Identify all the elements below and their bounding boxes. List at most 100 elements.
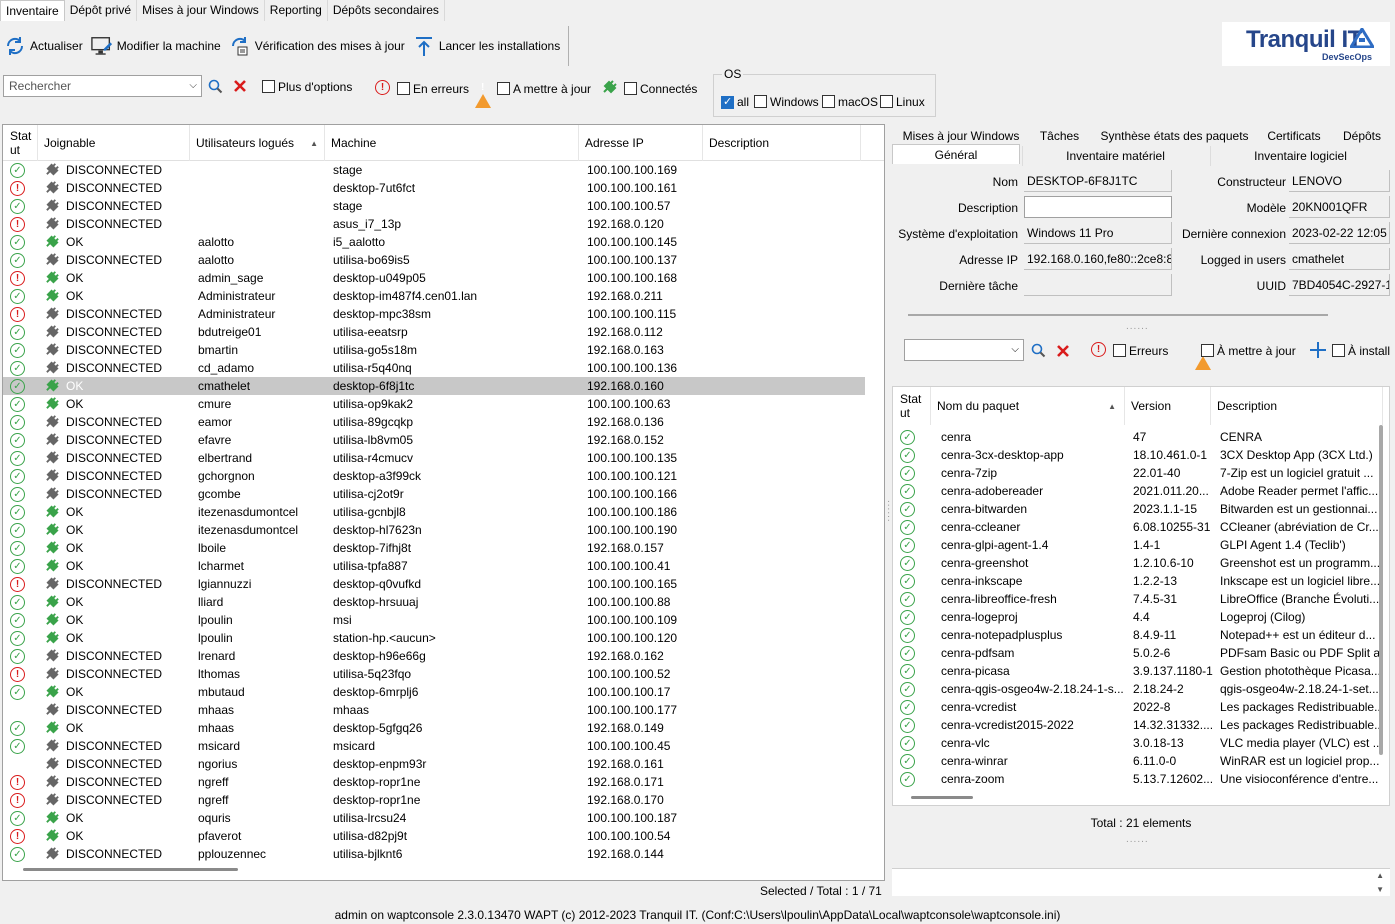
- package-row[interactable]: ✓ cenra-3cx-desktop-app 18.10.461.0-1 3CX D…: [893, 446, 1383, 464]
- col-ip[interactable]: Adresse IP: [579, 125, 703, 161]
- splitter-grip-icon[interactable]: ......: [1126, 834, 1149, 845]
- table-row[interactable]: ! DISCONNECTED Administrateur desktop-mpc38…: [3, 305, 865, 323]
- search-input[interactable]: Rechercher ⌵: [3, 75, 202, 97]
- col-status[interactable]: Stat ut: [3, 125, 38, 161]
- os-linux-checkbox[interactable]: [880, 95, 893, 108]
- package-row[interactable]: ✓ cenra-vlc 3.0.18-13 VLC media player (VLC…: [893, 734, 1383, 752]
- table-row[interactable]: ✓ DISCONNECTED lrenard desktop-h96e66g 192.1…: [3, 647, 865, 665]
- os-all-checkbox[interactable]: [721, 95, 734, 110]
- package-row[interactable]: ✓ cenra-adobereader 2021.011.20... Adobe Re…: [893, 482, 1383, 500]
- table-row[interactable]: ✓ DISCONNECTED stage 100.100.100.169: [3, 161, 865, 179]
- table-row[interactable]: ✓ OK cmure utilisa-op9kak2 100.100.100.63: [3, 395, 865, 413]
- table-row[interactable]: ✓ OK oquris utilisa-lrcsu24 100.100.100.187: [3, 809, 865, 827]
- pkg-col-status[interactable]: Stat ut: [893, 387, 931, 425]
- table-row[interactable]: ✓ OK itezenasdumontcel desktop-hl7623n 100.1…: [3, 521, 865, 539]
- in-errors-checkbox[interactable]: [397, 82, 410, 95]
- package-search-icon[interactable]: [1031, 343, 1046, 358]
- chevron-down-icon[interactable]: ⌵: [1011, 344, 1019, 355]
- clear-search-icon[interactable]: [233, 79, 247, 93]
- table-row[interactable]: ✓ OK Administrateur desktop-im487f4.cen01.l…: [3, 287, 865, 305]
- tab-software-inventory[interactable]: Inventaire logiciel: [1210, 146, 1390, 166]
- table-row[interactable]: ✓ OK lpoulin msi 100.100.100.109: [3, 611, 865, 629]
- table-row[interactable]: ✓ DISCONNECTED eamor utilisa-89gcqkp 192.168…: [3, 413, 865, 431]
- pkg-col-version[interactable]: Version: [1125, 387, 1211, 425]
- package-row[interactable]: ✓ cenra-greenshot 1.2.10.6-10 Greenshot est…: [893, 554, 1383, 572]
- package-detail-area[interactable]: ▲ ▼: [892, 868, 1390, 896]
- package-to-install-checkbox[interactable]: [1332, 344, 1345, 357]
- package-row[interactable]: ✓ cenra-glpi-agent-1.4 1.4-1 GLPI Agent 1.4…: [893, 536, 1383, 554]
- pkg-col-description[interactable]: Description: [1211, 387, 1383, 425]
- tab-certificates[interactable]: Certificats: [1260, 126, 1328, 146]
- packages-horizontal-scrollbar[interactable]: [911, 796, 973, 799]
- package-row[interactable]: ✓ cenra-7zip 22.01-40 7-Zip est un logiciel…: [893, 464, 1383, 482]
- package-row[interactable]: ✓ cenra-vcredist2015-2022 14.32.31332.... L…: [893, 716, 1383, 734]
- package-row[interactable]: ✓ cenra-inkscape 1.2.2-13 Inkscape est un l…: [893, 572, 1383, 590]
- table-row[interactable]: ✓ DISCONNECTED msicard msicard 100.100.100.4…: [3, 737, 865, 755]
- package-row[interactable]: ✓ cenra-qgis-osgeo4w-2.18.24-1-s... 2.18.2…: [893, 680, 1383, 698]
- package-row[interactable]: ✓ cenra-libreoffice-fresh 7.4.5-31 LibreOff…: [893, 590, 1383, 608]
- package-row[interactable]: ✓ cenra-pdfsam 5.0.2-6 PDFsam Basic ou PDF …: [893, 644, 1383, 662]
- tab-inventaire[interactable]: Inventaire: [0, 0, 65, 21]
- tab-reporting[interactable]: Reporting: [265, 0, 328, 21]
- launch-installs-button[interactable]: Lancer les installations: [409, 29, 564, 63]
- table-row[interactable]: ! OK pfaverot utilisa-d82pj9t 100.100.100.54: [3, 827, 865, 845]
- package-clear-icon[interactable]: [1056, 344, 1070, 358]
- table-row[interactable]: ✓ OK lcharmet utilisa-tpfa887 100.100.100.41: [3, 557, 865, 575]
- table-row[interactable]: ✓ DISCONNECTED pplouzennec utilisa-bjlknt6 1…: [3, 845, 865, 863]
- package-row[interactable]: ✓ cenra-vcredist 2022-8 Les packages Redist…: [893, 698, 1383, 716]
- table-row[interactable]: ✓ OK aalotto i5_aalotto 100.100.100.145: [3, 233, 865, 251]
- hosts-horizontal-scrollbar[interactable]: [23, 868, 238, 871]
- table-row[interactable]: ✓ DISCONNECTED efavre utilisa-lb8vm05 192.16…: [3, 431, 865, 449]
- package-row[interactable]: ✓ cenra-zoom 5.13.7.12602... Une visioconfé…: [893, 770, 1383, 788]
- table-row[interactable]: ✓ DISCONNECTED gchorgnon desktop-a3f99ck 100…: [3, 467, 865, 485]
- package-row[interactable]: ✓ cenra-logeproj 4.4 Logeproj (Cilog): [893, 608, 1383, 626]
- os-macos-checkbox[interactable]: [822, 95, 835, 108]
- table-row[interactable]: ! DISCONNECTED asus_i7_13p 192.168.0.120: [3, 215, 865, 233]
- table-row[interactable]: ✓ DISCONNECTED cd_adamo utilisa-r5q40nq 100.…: [3, 359, 865, 377]
- pkg-col-name[interactable]: Nom du paquet ▲: [931, 387, 1125, 425]
- table-row[interactable]: ✓ OK itezenasdumontcel utilisa-gcnbjl8 100.1…: [3, 503, 865, 521]
- connected-checkbox[interactable]: [624, 82, 637, 95]
- col-joignable[interactable]: Joignable: [38, 125, 190, 161]
- tab-depots-secondaires[interactable]: Dépôts secondaires: [328, 0, 445, 21]
- vertical-splitter-grip-icon[interactable]: ......: [885, 500, 896, 523]
- hosts-vertical-scrollbar[interactable]: [867, 161, 884, 861]
- scroll-down-icon[interactable]: ▼: [1376, 885, 1384, 894]
- package-row[interactable]: ✓ cenra-winrar 6.11.0-0 WinRAR est un logic…: [893, 752, 1383, 770]
- table-row[interactable]: ✓ OK lboile desktop-7ifhj8t 192.168.0.157: [3, 539, 865, 557]
- table-row[interactable]: ✓ DISCONNECTED elbertrand utilisa-r4cmucv 10…: [3, 449, 865, 467]
- splitter-grip-icon[interactable]: ......: [1126, 321, 1149, 332]
- edit-machine-button[interactable]: Modifier la machine: [87, 29, 225, 63]
- table-row[interactable]: ✓ DISCONNECTED bmartin utilisa-go5s18m 192.1…: [3, 341, 865, 359]
- scroll-up-icon[interactable]: ▲: [1376, 871, 1384, 880]
- table-row[interactable]: ! DISCONNECTED ngreff desktop-ropr1ne 192.16…: [3, 773, 865, 791]
- to-update-checkbox[interactable]: [497, 82, 510, 95]
- tab-windows-updates[interactable]: Mises à jour Windows: [896, 126, 1026, 146]
- table-row[interactable]: ✓ OK lpoulin station-hp.<aucun> 100.100.100.…: [3, 629, 865, 647]
- col-machine[interactable]: Machine: [325, 125, 579, 161]
- table-row[interactable]: ✓ DISCONNECTED aalotto utilisa-bo69is5 100.1…: [3, 251, 865, 269]
- tab-depot-prive[interactable]: Dépôt privé: [65, 0, 138, 21]
- tab-general[interactable]: Général: [892, 144, 1020, 164]
- table-row[interactable]: ✓ OK mhaas desktop-5gfgq26 192.168.0.149: [3, 719, 865, 737]
- tab-hardware-inventory[interactable]: Inventaire matériel: [1022, 146, 1208, 166]
- description-field[interactable]: [1024, 196, 1172, 218]
- table-row[interactable]: ! OK admin_sage desktop-u049p05 100.100.100.…: [3, 269, 865, 287]
- package-errors-checkbox[interactable]: [1113, 344, 1126, 357]
- tab-repositories[interactable]: Dépôts: [1334, 126, 1390, 146]
- package-row[interactable]: ✓ cenra 47 CENRA: [893, 428, 1383, 446]
- table-row[interactable]: ✓ DISCONNECTED stage 100.100.100.57: [3, 197, 865, 215]
- table-row[interactable]: ! DISCONNECTED lthomas utilisa-5q23fqo 100.1…: [3, 665, 865, 683]
- col-description[interactable]: Description: [703, 125, 861, 161]
- packages-vertical-scrollbar[interactable]: [1379, 425, 1383, 755]
- package-row[interactable]: ✓ cenra-picasa 3.9.137.1180-1 Gestion photo…: [893, 662, 1383, 680]
- table-row[interactable]: ! DISCONNECTED desktop-7ut6fct 100.100.100.…: [3, 179, 865, 197]
- table-row[interactable]: DISCONNECTED ngorius desktop-enpm93r 192.16…: [3, 755, 865, 773]
- info-scrollbar[interactable]: [908, 314, 1328, 316]
- package-row[interactable]: ✓ cenra-bitwarden 2023.1.1-15 Bitwarden est…: [893, 500, 1383, 518]
- table-row[interactable]: ✓ DISCONNECTED gcombe utilisa-cj2ot9r 100.10…: [3, 485, 865, 503]
- table-row[interactable]: ✓ OK cmathelet desktop-6f8j1tc 192.168.0.160: [3, 377, 865, 395]
- refresh-button[interactable]: Actualiser: [0, 29, 87, 63]
- chevron-down-icon[interactable]: ⌵: [189, 80, 197, 91]
- col-users[interactable]: Utilisateurs logués ▲: [190, 125, 325, 161]
